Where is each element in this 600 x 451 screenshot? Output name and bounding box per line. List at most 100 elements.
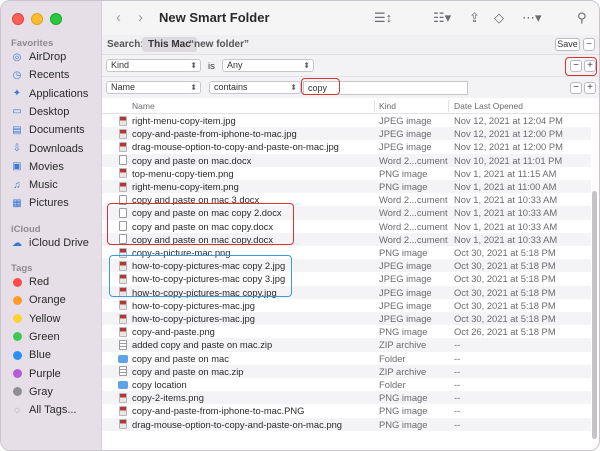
criteria-row-kind: Kind ⬍ is Any ⬍ − + (102, 55, 599, 77)
table-row[interactable]: top-menu-copy-tiem.png PNG image Nov 1, 20… (102, 167, 591, 180)
sidebar-item-applications[interactable]: ✦ Applications (11, 85, 89, 103)
file-kind: JPEG image (379, 299, 432, 311)
table-row[interactable]: how-to-copy-pictures-mac copy 2.jpg JPEG … (102, 259, 591, 273)
zoom-window-button[interactable] (50, 13, 62, 25)
scope-query[interactable]: “new folder” (189, 39, 249, 50)
sidebar: Favorites ◎ AirDrop ◷ Recents ✦ Applications ▭… (1, 1, 102, 450)
image-file-icon (119, 326, 127, 337)
table-row[interactable]: added copy and paste on mac.zip ZIP archi… (102, 338, 591, 352)
image-file-icon (119, 405, 127, 416)
sidebar-item-pictures[interactable]: ▦ Pictures (11, 194, 68, 212)
file-kind: PNG image (379, 181, 428, 192)
sidebar-item-purple[interactable]: Purple (11, 365, 61, 383)
minimize-window-button[interactable] (31, 13, 43, 25)
table-row[interactable]: copy and paste on mac copy.docx Word 2...… (102, 232, 591, 246)
window-title: New Smart Folder (159, 10, 270, 25)
table-row[interactable]: how-to-copy-pictures-mac copy 3.jpg JPEG … (102, 272, 591, 285)
table-row[interactable]: drag-mouse-option-to-copy-and-paste-on-m… (102, 417, 591, 431)
column-name-header[interactable]: Name (132, 101, 155, 111)
table-row[interactable]: copy and paste on mac Folder -- (102, 352, 591, 365)
criteria-text-field[interactable]: copy (303, 81, 468, 95)
sidebar-item-desktop[interactable]: ▭ Desktop (11, 103, 69, 121)
column-date-header[interactable]: Date Last Opened (454, 101, 523, 111)
remove-criteria-button[interactable]: − (570, 60, 582, 72)
sidebar-item-gray[interactable]: Gray (11, 383, 53, 401)
file-name: right-menu-copy-item.png (132, 181, 239, 192)
add-criteria-button[interactable]: + (584, 60, 596, 72)
sidebar-item-label: Music (29, 179, 58, 192)
tag-color-dot-icon (11, 276, 23, 288)
sidebar-item-green[interactable]: Green (11, 328, 60, 346)
file-date: -- (454, 365, 461, 377)
table-row[interactable]: how-to-copy-pictures-mac.jpg JPEG image Oc… (102, 299, 591, 312)
sidebar-item-all-tags[interactable]: ◌ All Tags... (11, 401, 76, 419)
cloud-icon: ☁ (12, 237, 22, 249)
criteria-row-name: Name ⬍ contains ⬍ copy − + (102, 77, 599, 99)
vertical-scrollbar[interactable] (592, 191, 597, 439)
file-date: Nov 1, 2021 at 11:15 AM (454, 167, 557, 179)
table-row[interactable]: copy and paste on mac.docx Word 2...cumen… (102, 153, 591, 167)
criteria-value-popup[interactable]: Any ⬍ (222, 59, 314, 72)
film-icon: ▣ (12, 161, 22, 173)
sidebar-item-recents[interactable]: ◷ Recents (11, 66, 70, 84)
file-kind: JPEG image (379, 260, 432, 272)
table-row[interactable]: right-menu-copy-item.jpg JPEG image Nov 12… (102, 114, 591, 127)
file-name: copy and paste on mac (132, 352, 229, 364)
table-row[interactable]: drag-mouse-option-to-copy-and-paste-on-m… (102, 140, 591, 153)
table-row[interactable]: copy-2-items.png PNG image -- (102, 391, 591, 405)
add-criteria-button[interactable]: + (584, 82, 596, 94)
table-row[interactable]: how-to-copy-pictures-mac.jpg JPEG image Oc… (102, 312, 591, 326)
tag-icon[interactable]: ◇ (494, 10, 504, 26)
sidebar-item-airdrop[interactable]: ◎ AirDrop (11, 48, 67, 66)
sidebar-item-documents[interactable]: ▤ Documents (11, 121, 84, 139)
criteria-attribute-popup[interactable]: Name ⬍ (106, 81, 201, 94)
search-icon[interactable]: ⚲ (577, 10, 587, 26)
close-window-button[interactable] (12, 13, 24, 25)
table-row[interactable]: how-to-copy-pictures-mac copy.jpg JPEG im… (102, 285, 591, 299)
image-file-icon (119, 128, 127, 139)
image-file-icon (119, 168, 127, 179)
sidebar-item-yellow[interactable]: Yellow (11, 310, 60, 328)
criteria-operator-popup[interactable]: contains ⬍ (209, 81, 301, 94)
file-name: how-to-copy-pictures-mac.jpg (132, 313, 255, 324)
file-name: copy and paste on mac copy.docx (132, 233, 274, 245)
table-row[interactable]: copy location Folder -- (102, 378, 591, 391)
table-row[interactable]: copy and paste on mac 3.docx Word 2...cum… (102, 193, 591, 206)
table-row[interactable]: copy and paste on mac.zip ZIP archive -- (102, 364, 591, 378)
file-kind: PNG image (379, 247, 428, 258)
tag-color-dot-icon (11, 386, 23, 398)
remove-criteria-button[interactable]: − (570, 82, 582, 94)
column-header: Name Kind Date Last Opened (102, 98, 599, 114)
table-row[interactable]: copy-and-paste-from-iphone-to-mac.jpg JPE… (102, 127, 591, 141)
sidebar-item-downloads[interactable]: ⇩ Downloads (11, 140, 84, 158)
table-row[interactable]: copy-a-picture-mac.png PNG image Oct 30, 2… (102, 246, 591, 259)
table-row[interactable]: copy and paste on mac copy.docx Word 2...… (102, 220, 591, 233)
column-kind-header[interactable]: Kind (379, 101, 396, 111)
sidebar-item-icloud-drive[interactable]: ☁ iCloud Drive (11, 234, 89, 252)
file-kind: PNG image (379, 405, 428, 417)
table-row[interactable]: right-menu-copy-item.png PNG image Nov 1, … (102, 180, 591, 194)
back-button[interactable]: ‹ (116, 9, 121, 26)
window-controls (12, 13, 62, 25)
save-button[interactable]: Save (555, 38, 580, 51)
table-row[interactable]: copy-and-paste-from-iphone-to-mac.PNG PNG… (102, 404, 591, 417)
download-icon: ⇩ (12, 143, 22, 154)
forward-button[interactable]: › (138, 9, 143, 26)
sidebar-item-red[interactable]: Red (11, 273, 49, 291)
share-icon[interactable]: ⇪ (469, 10, 480, 26)
group-by-icon[interactable]: ☷▾ (433, 10, 451, 26)
criteria-attribute-popup[interactable]: Kind ⬍ (106, 59, 201, 72)
sidebar-item-movies[interactable]: ▣ Movies (11, 158, 64, 176)
word-document-icon (119, 221, 127, 232)
sidebar-item-blue[interactable]: Blue (11, 346, 51, 364)
table-row[interactable]: copy and paste on mac copy 2.docx Word 2.… (102, 206, 591, 220)
remove-search-button[interactable]: − (583, 38, 595, 51)
file-name: added copy and paste on mac.zip (132, 339, 273, 351)
file-name: drag-mouse-option-to-copy-and-paste-on-m… (132, 418, 343, 430)
table-row[interactable]: copy-and-paste.png PNG image Oct 26, 2021 … (102, 325, 591, 338)
list-view-icon[interactable]: ☰↕ (374, 10, 392, 26)
sidebar-item-music[interactable]: ♫ Music (11, 176, 58, 194)
sidebar-item-orange[interactable]: Orange (11, 291, 66, 309)
more-actions-icon[interactable]: ⋯▾ (522, 10, 542, 26)
file-kind: ZIP archive (379, 365, 427, 377)
